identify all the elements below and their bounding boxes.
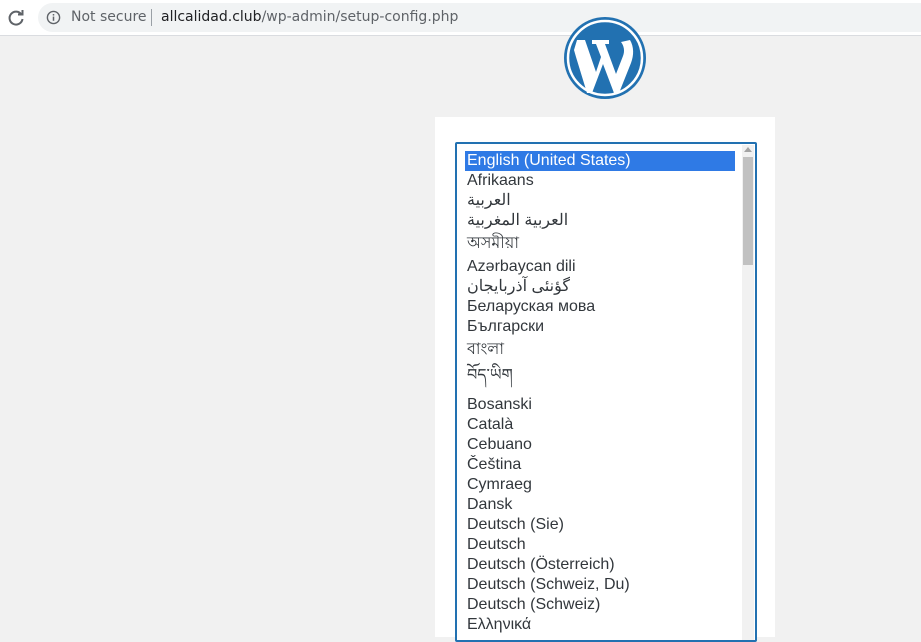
security-status[interactable]: Not secure [71, 9, 147, 25]
language-option[interactable]: Deutsch (Schweiz, Du) [465, 575, 735, 595]
language-option[interactable]: Azərbaycan dili [465, 257, 735, 277]
language-option[interactable]: Deutsch (Sie) [465, 515, 735, 535]
info-icon[interactable] [46, 10, 61, 25]
language-option[interactable]: Deutsch (Schweiz) [465, 595, 735, 615]
scroll-up-arrow-icon[interactable] [744, 147, 752, 152]
language-option[interactable]: བོད་ཡིག [465, 363, 735, 395]
language-option[interactable]: Български [465, 317, 735, 337]
language-option[interactable]: Deutsch [465, 535, 735, 555]
language-option[interactable]: Català [465, 415, 735, 435]
language-options: English (United States) Afrikaans العربي… [465, 151, 735, 635]
url-path: /wp-admin/setup-config.php [261, 9, 459, 25]
browser-toolbar: Not secure allcalidad.club/wp-admin/setu… [0, 0, 921, 36]
url-text[interactable]: allcalidad.club/wp-admin/setup-config.ph… [161, 9, 458, 25]
scrollbar-thumb[interactable] [743, 157, 753, 265]
language-option[interactable]: العربية المغربية [465, 211, 735, 231]
setup-card: English (United States) Afrikaans العربي… [435, 117, 775, 642]
language-option[interactable]: Čeština [465, 455, 735, 475]
language-option[interactable]: Cebuano [465, 435, 735, 455]
language-option[interactable]: Ελληνικά [465, 615, 735, 635]
language-option[interactable]: العربية [465, 191, 735, 211]
language-option[interactable]: گؤنئی آذربایجان [465, 277, 735, 297]
listbox-scrollbar[interactable] [742, 145, 754, 640]
language-option[interactable]: Afrikaans [465, 171, 735, 191]
language-option[interactable]: Беларуская мова [465, 297, 735, 317]
language-option-selected[interactable]: English (United States) [465, 151, 735, 171]
language-option[interactable]: Deutsch (Österreich) [465, 555, 735, 575]
wordpress-logo [564, 17, 646, 99]
language-option[interactable]: অসমীয়া [465, 231, 735, 257]
language-option[interactable]: বাংলা [465, 337, 735, 363]
address-bar[interactable]: Not secure allcalidad.club/wp-admin/setu… [38, 3, 921, 32]
language-option[interactable]: Cymraeg [465, 475, 735, 495]
language-select[interactable]: English (United States) Afrikaans العربي… [455, 142, 757, 642]
language-option[interactable]: Dansk [465, 495, 735, 515]
url-host: allcalidad.club [161, 9, 262, 25]
address-separator [151, 9, 152, 26]
language-option[interactable]: Bosanski [465, 395, 735, 415]
reload-icon[interactable] [6, 8, 26, 28]
